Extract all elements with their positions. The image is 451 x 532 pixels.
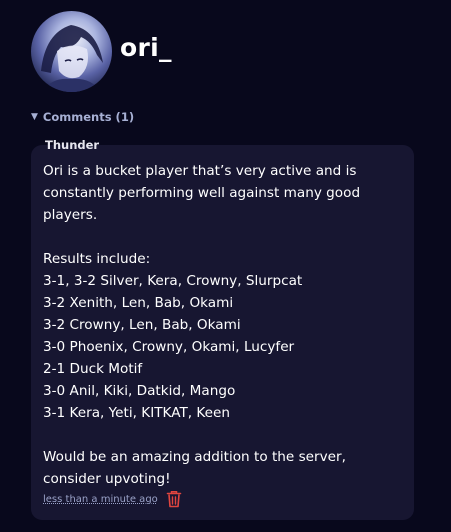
comments-toggle-label: Comments (1)	[42, 110, 135, 124]
triangle-down-icon: ▼	[31, 112, 38, 122]
comment-meta: less than a minute ago	[43, 490, 182, 508]
username: ori_	[120, 33, 172, 62]
comment-author: Thunder	[45, 138, 100, 152]
comment-timestamp[interactable]: less than a minute ago	[43, 494, 158, 505]
trash-icon[interactable]	[166, 490, 182, 508]
avatar-image	[41, 25, 103, 92]
comment-body: Ori is a bucket player that’s very activ…	[43, 163, 361, 487]
comments-toggle[interactable]: ▼ Comments (1)	[31, 110, 134, 124]
avatar[interactable]	[31, 11, 112, 92]
comment-card: Ori is a bucket player that’s very activ…	[31, 145, 414, 520]
